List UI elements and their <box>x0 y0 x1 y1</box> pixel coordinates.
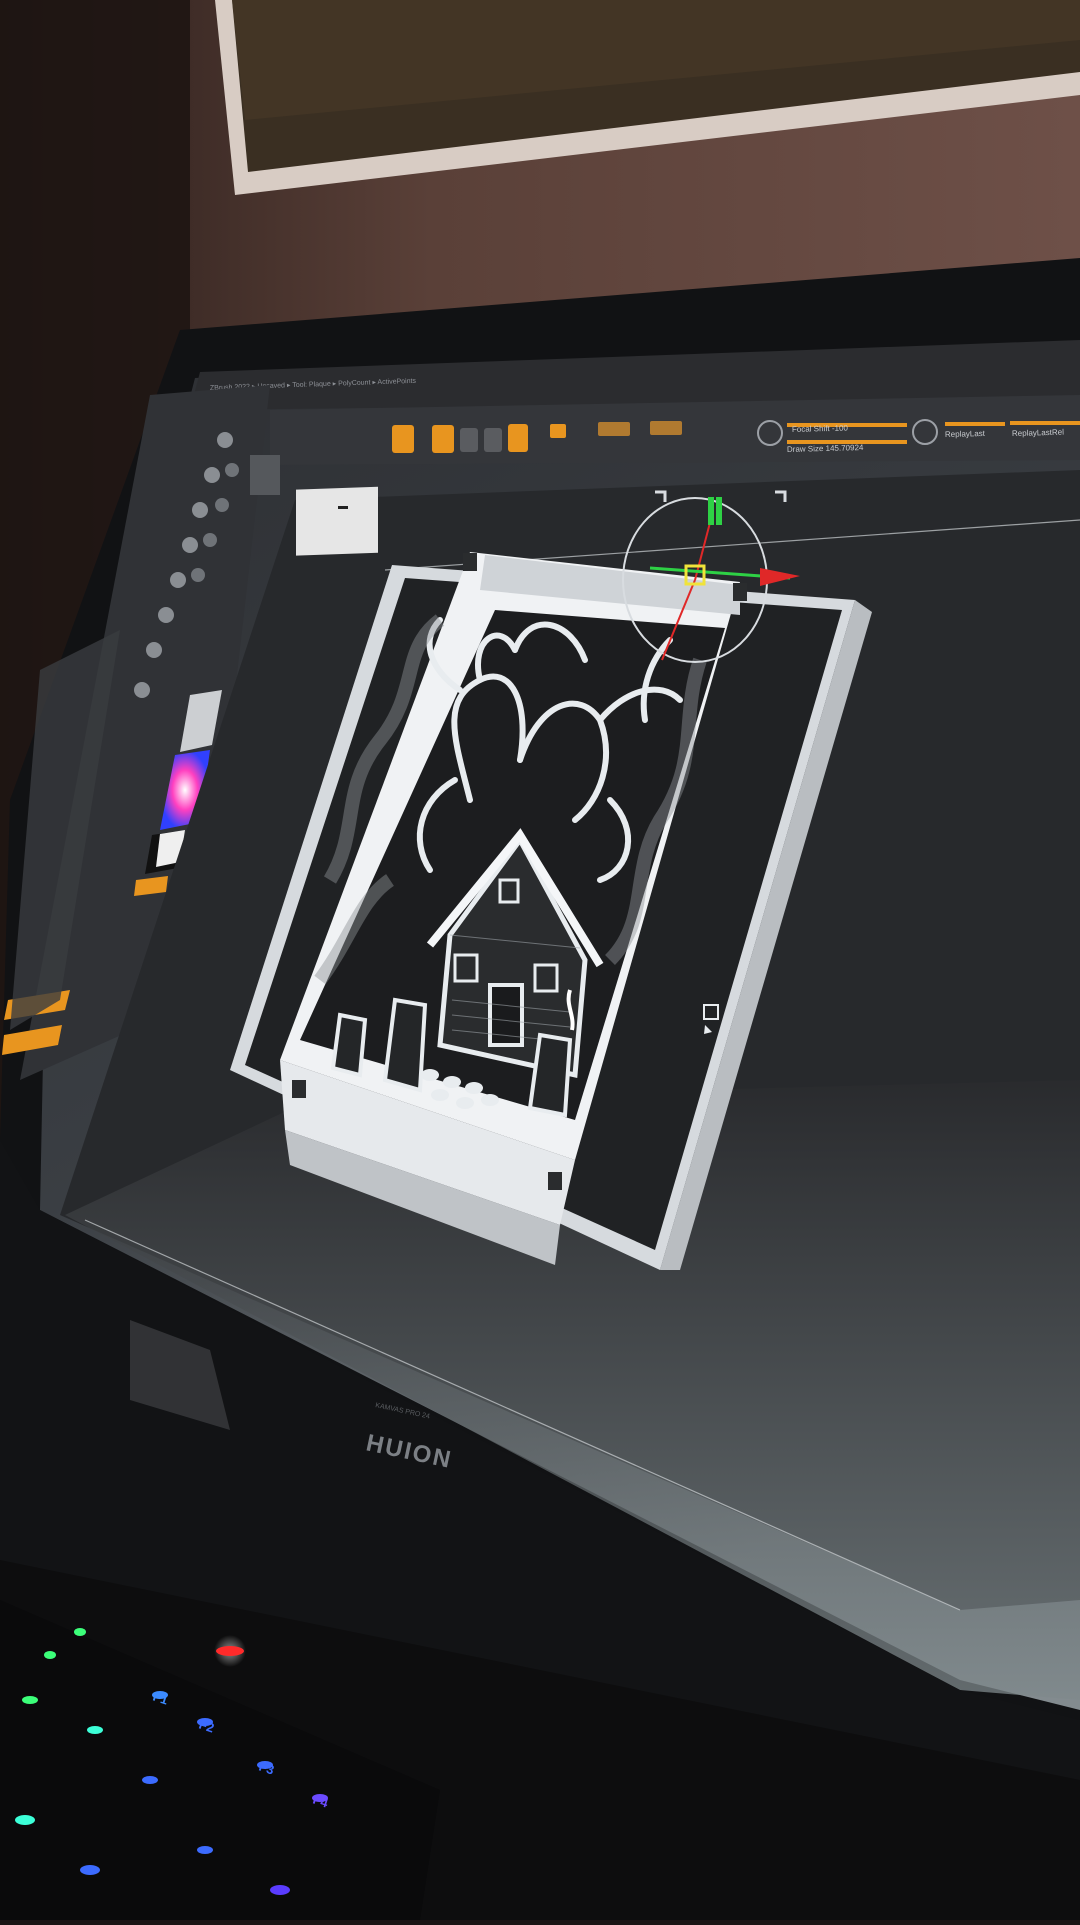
key-led-green-1 <box>74 1628 86 1636</box>
key-led-green-3 <box>22 1696 38 1704</box>
photo-svg: ZBrush 2022 ▸ Unsaved ▸ Tool: Plaque ▸ P… <box>0 0 1080 1920</box>
gizmo-button[interactable] <box>508 424 528 452</box>
draw-button[interactable] <box>392 425 414 453</box>
key-led-blue-6 <box>197 1846 213 1854</box>
key-led-red <box>216 1646 244 1656</box>
replay-last-slider[interactable] <box>945 422 1005 426</box>
navigator-thumbnail[interactable] <box>296 486 378 556</box>
tool-thumbnail[interactable] <box>250 455 280 495</box>
rotate-button[interactable] <box>484 428 502 452</box>
replay-last-label: ReplayLast <box>945 429 986 439</box>
replay-last-rel-slider[interactable] <box>1010 421 1080 425</box>
scale-button[interactable] <box>460 428 478 452</box>
replay-last-rel-label: ReplayLastRel <box>1012 428 1064 438</box>
key-led-blue-5 <box>142 1776 158 1784</box>
key-led-green-2 <box>44 1651 56 1659</box>
photo-scene: ZBrush 2022 ▸ Unsaved ▸ Tool: Plaque ▸ P… <box>0 0 1080 1920</box>
key-led-purple <box>270 1885 290 1895</box>
mrgb-toggle[interactable] <box>598 422 630 436</box>
key-led-cyan-1 <box>87 1726 103 1734</box>
key-led-cyan-2 <box>15 1815 35 1825</box>
rgb-toggle[interactable] <box>550 424 566 438</box>
zadd-toggle[interactable] <box>650 421 682 435</box>
gizmo-green-handle-2[interactable] <box>716 497 722 525</box>
navigator-mark <box>338 506 348 509</box>
house-door <box>488 983 524 1047</box>
focal-shift-label: Focal Shift -100 <box>792 424 849 434</box>
gizmo-green-handle[interactable] <box>708 497 714 525</box>
key-led-blue-7 <box>80 1865 100 1875</box>
move-button[interactable] <box>432 425 454 453</box>
